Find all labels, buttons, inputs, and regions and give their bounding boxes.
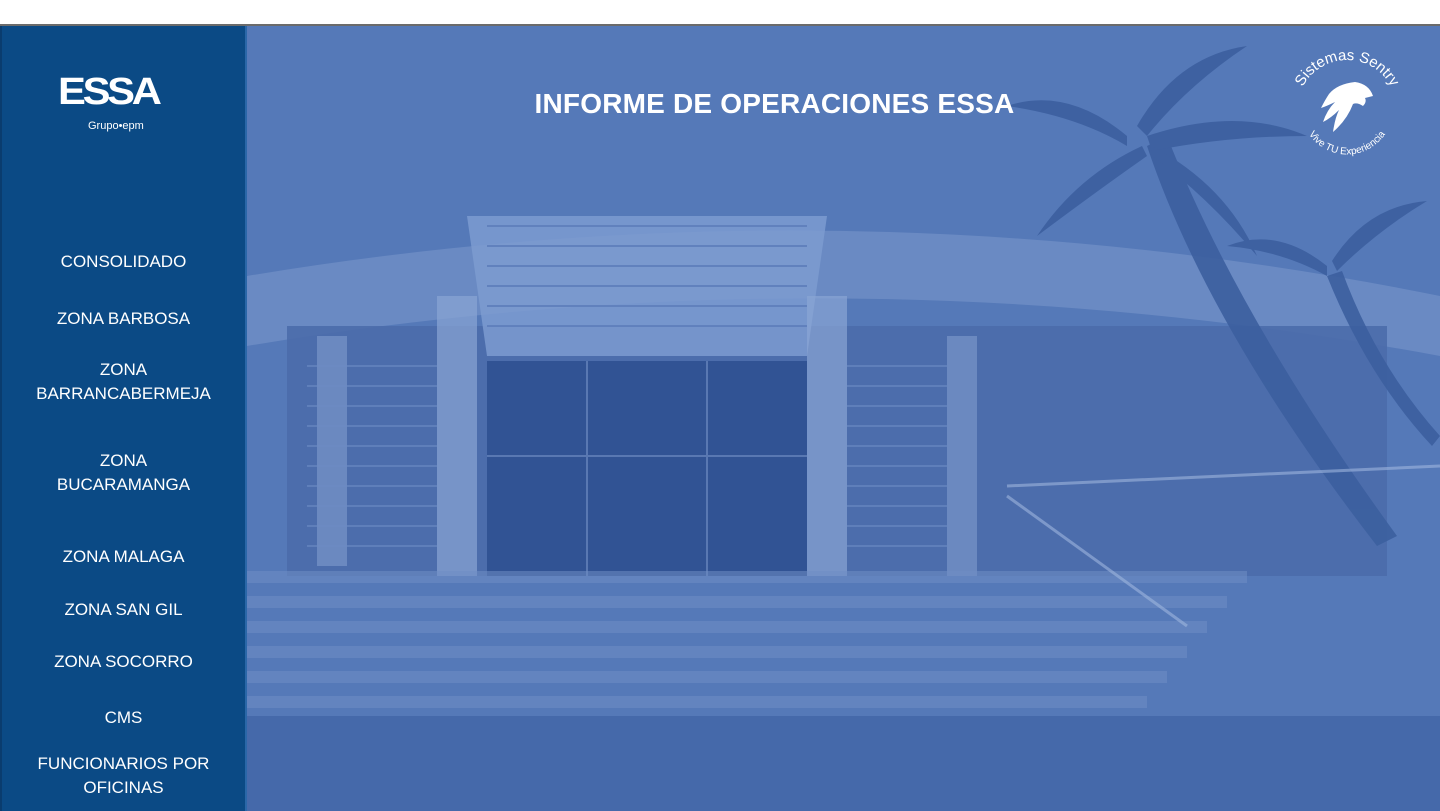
- background-photo-panel: INFORME DE OPERACIONES ESSA Sistemas Sen…: [247, 26, 1440, 811]
- sidebar-item-consolidado[interactable]: CONSOLIDADO: [2, 250, 245, 274]
- svg-text:Sistemas Sentry: Sistemas Sentry: [1291, 47, 1402, 90]
- svg-text:Vive TU Experiencia: Vive TU Experiencia: [1306, 129, 1388, 158]
- sidebar-item-label: CMS: [104, 708, 143, 727]
- badge-bottom-text: Vive TU Experiencia: [1306, 129, 1388, 158]
- eagle-icon: [1321, 82, 1373, 132]
- building-background-image: [247, 26, 1440, 811]
- sidebar-item-label: ZONA SOCORRO: [54, 652, 193, 671]
- sidebar-item-label: ZONA SAN GIL: [64, 600, 183, 619]
- sidebar-item-zona-barbosa[interactable]: ZONA BARBOSA: [2, 307, 245, 331]
- sistemas-sentry-logo: Sistemas Sentry Vive TU Experiencia: [1291, 47, 1402, 158]
- sidebar-item-label: ZONA BARBOSA: [56, 309, 191, 328]
- page-title: INFORME DE OPERACIONES ESSA: [534, 88, 1015, 119]
- sidebar-item-label: CONSOLIDADO: [60, 252, 187, 271]
- sidebar-item-zona-malaga[interactable]: ZONA MALAGA: [2, 545, 245, 569]
- top-bar: [0, 0, 1440, 26]
- sidebar-item-cms[interactable]: CMS: [2, 706, 245, 730]
- grupo-epm-label: Grupo•epm: [88, 120, 144, 132]
- sidebar-item-funcionarios-por-oficinas[interactable]: FUNCIONARIOS POR OFICINAS: [2, 752, 245, 800]
- essa-wordmark: ESSA: [58, 71, 162, 113]
- essa-logo: ESSA Grupo•epm: [58, 72, 162, 142]
- sidebar-item-label: ZONA BARRANCABERMEJA: [36, 360, 211, 403]
- sidebar-item-label: FUNCIONARIOS POR OFICINAS: [37, 754, 210, 797]
- sidebar-item-zona-san-gil[interactable]: ZONA SAN GIL: [2, 598, 245, 622]
- sidebar-item-zona-socorro[interactable]: ZONA SOCORRO: [2, 650, 245, 674]
- report-canvas: ESSA Grupo•epm CONSOLIDADO ZONA BARBOSA …: [0, 26, 1440, 811]
- badge-top-text: Sistemas Sentry: [1291, 47, 1402, 90]
- sidebar-item-zona-bucaramanga[interactable]: ZONA BUCARAMANGA: [2, 449, 245, 497]
- sidebar-item-label: ZONA MALAGA: [62, 547, 185, 566]
- sidebar-item-label: ZONA BUCARAMANGA: [56, 451, 191, 494]
- sidebar: ESSA Grupo•epm CONSOLIDADO ZONA BARBOSA …: [0, 26, 247, 811]
- sidebar-item-zona-barrancabermeja[interactable]: ZONA BARRANCABERMEJA: [2, 358, 245, 406]
